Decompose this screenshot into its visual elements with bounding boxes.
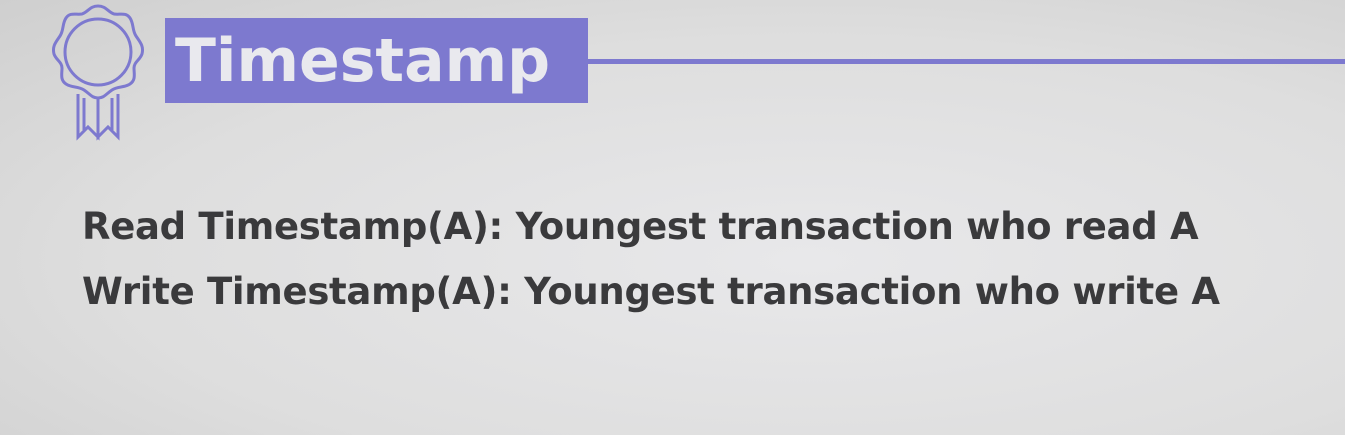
award-ribbon-icon: [52, 4, 144, 141]
read-timestamp-definition: Read Timestamp(A): Youngest transaction …: [82, 205, 1199, 248]
write-timestamp-definition: Write Timestamp(A): Youngest transaction…: [82, 270, 1220, 313]
title-banner: Timestamp: [165, 18, 588, 103]
slide-title: Timestamp: [175, 25, 551, 96]
title-divider: [588, 59, 1345, 64]
